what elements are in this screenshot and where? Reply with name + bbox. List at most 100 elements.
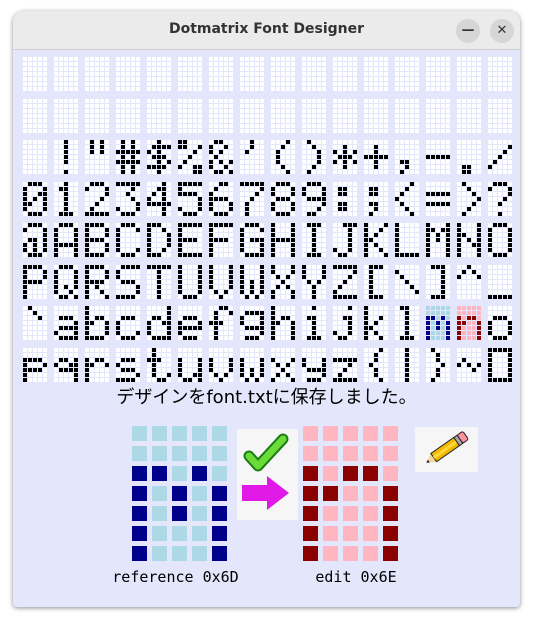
glyph-cell-0x09[interactable]: [302, 57, 328, 91]
glyph-cell-0x5E[interactable]: [457, 265, 483, 299]
glyph-cell-0x2B[interactable]: [364, 140, 390, 174]
glyph-cell-0x03[interactable]: [116, 57, 142, 91]
glyph-cell-0x56[interactable]: [209, 265, 235, 299]
glyph-cell-0x23[interactable]: [116, 140, 142, 174]
glyph-cell-0x0E[interactable]: [457, 57, 483, 91]
big-glyph-dot[interactable]: [303, 446, 318, 461]
glyph-cell-0x3F[interactable]: [488, 182, 514, 216]
glyph-cell-0x7A[interactable]: [333, 348, 359, 382]
glyph-cell-0x13[interactable]: [116, 99, 142, 133]
glyph-cell-0x6E[interactable]: [457, 306, 483, 340]
glyph-cell-0x5D[interactable]: [426, 265, 452, 299]
glyph-cell-0x4C[interactable]: [395, 223, 421, 257]
glyph-cell-0x6F[interactable]: [488, 306, 514, 340]
glyph-cell-0x1F[interactable]: [488, 99, 514, 133]
apply-reference-button[interactable]: [237, 429, 298, 520]
big-glyph-dot[interactable]: [303, 426, 318, 441]
pencil-button[interactable]: [415, 427, 478, 472]
glyph-cell-0x04[interactable]: [147, 57, 173, 91]
glyph-cell-0x29[interactable]: [302, 140, 328, 174]
glyph-cell-0x53[interactable]: [116, 265, 142, 299]
glyph-cell-0x48[interactable]: [271, 223, 297, 257]
glyph-cell-0x15[interactable]: [178, 99, 204, 133]
glyph-cell-0x5F[interactable]: [488, 265, 514, 299]
glyph-cell-0x0B[interactable]: [364, 57, 390, 91]
glyph-cell-0x72[interactable]: [85, 348, 111, 382]
glyph-cell-0x58[interactable]: [271, 265, 297, 299]
glyph-cell-0x30[interactable]: [23, 182, 49, 216]
glyph-cell-0x2C[interactable]: [395, 140, 421, 174]
glyph-cell-0x73[interactable]: [116, 348, 142, 382]
glyph-cell-0x7E[interactable]: [457, 348, 483, 382]
big-glyph-dot[interactable]: [343, 446, 358, 461]
glyph-cell-0x1B[interactable]: [364, 99, 390, 133]
big-glyph-dot[interactable]: [343, 486, 358, 501]
glyph-cell-0x59[interactable]: [302, 265, 328, 299]
big-glyph-dot[interactable]: [383, 506, 398, 521]
glyph-cell-0x19[interactable]: [302, 99, 328, 133]
glyph-cell-0x18[interactable]: [271, 99, 297, 133]
big-glyph-dot[interactable]: [323, 526, 338, 541]
glyph-cell-0x6C[interactable]: [395, 306, 421, 340]
big-glyph-dot[interactable]: [303, 526, 318, 541]
big-glyph-dot[interactable]: [383, 486, 398, 501]
glyph-cell-0x45[interactable]: [178, 223, 204, 257]
glyph-cell-0x71[interactable]: [54, 348, 80, 382]
glyph-cell-0x75[interactable]: [178, 348, 204, 382]
glyph-cell-0x4E[interactable]: [457, 223, 483, 257]
glyph-cell-0x49[interactable]: [302, 223, 328, 257]
glyph-cell-0x70[interactable]: [23, 348, 49, 382]
big-glyph-dot[interactable]: [383, 526, 398, 541]
glyph-cell-0x3A[interactable]: [333, 182, 359, 216]
glyph-cell-0x37[interactable]: [240, 182, 266, 216]
glyph-cell-0x10[interactable]: [23, 99, 49, 133]
glyph-cell-0x2E[interactable]: [457, 140, 483, 174]
glyph-cell-0x34[interactable]: [147, 182, 173, 216]
big-glyph-dot[interactable]: [383, 446, 398, 461]
glyph-cell-0x5A[interactable]: [333, 265, 359, 299]
glyph-cell-0x7F[interactable]: [488, 348, 514, 382]
glyph-cell-0x4B[interactable]: [364, 223, 390, 257]
glyph-cell-0x54[interactable]: [147, 265, 173, 299]
glyph-cell-0x6B[interactable]: [364, 306, 390, 340]
glyph-cell-0x39[interactable]: [302, 182, 328, 216]
big-glyph-dot[interactable]: [323, 426, 338, 441]
glyph-cell-0x07[interactable]: [240, 57, 266, 91]
glyph-cell-0x76[interactable]: [209, 348, 235, 382]
glyph-cell-0x2D[interactable]: [426, 140, 452, 174]
glyph-cell-0x22[interactable]: [85, 140, 111, 174]
big-glyph-dot[interactable]: [303, 466, 318, 481]
glyph-cell-0x00[interactable]: [23, 57, 49, 91]
glyph-cell-0x69[interactable]: [302, 306, 328, 340]
glyph-cell-0x12[interactable]: [85, 99, 111, 133]
glyph-cell-0x1D[interactable]: [426, 99, 452, 133]
big-glyph-dot[interactable]: [343, 506, 358, 521]
glyph-cell-0x55[interactable]: [178, 265, 204, 299]
glyph-cell-0x2A[interactable]: [333, 140, 359, 174]
big-glyph-dot[interactable]: [363, 526, 378, 541]
glyph-cell-0x11[interactable]: [54, 99, 80, 133]
glyph-cell-0x38[interactable]: [271, 182, 297, 216]
glyph-cell-0x62[interactable]: [85, 306, 111, 340]
big-glyph-dot[interactable]: [323, 546, 338, 561]
glyph-cell-0x21[interactable]: [54, 140, 80, 174]
glyph-cell-0x66[interactable]: [209, 306, 235, 340]
big-glyph-dot[interactable]: [383, 546, 398, 561]
glyph-cell-0x5C[interactable]: [395, 265, 421, 299]
glyph-cell-0x24[interactable]: [147, 140, 173, 174]
big-glyph-dot[interactable]: [363, 426, 378, 441]
glyph-cell-0x0D[interactable]: [426, 57, 452, 91]
glyph-cell-0x57[interactable]: [240, 265, 266, 299]
glyph-cell-0x2F[interactable]: [488, 140, 514, 174]
glyph-cell-0x0F[interactable]: [488, 57, 514, 91]
glyph-cell-0x65[interactable]: [178, 306, 204, 340]
glyph-cell-0x14[interactable]: [147, 99, 173, 133]
glyph-cell-0x60[interactable]: [23, 306, 49, 340]
glyph-cell-0x08[interactable]: [271, 57, 297, 91]
glyph-cell-0x06[interactable]: [209, 57, 235, 91]
glyph-cell-0x0A[interactable]: [333, 57, 359, 91]
glyph-cell-0x6D[interactable]: [426, 306, 452, 340]
glyph-cell-0x16[interactable]: [209, 99, 235, 133]
glyph-cell-0x41[interactable]: [54, 223, 80, 257]
glyph-cell-0x47[interactable]: [240, 223, 266, 257]
